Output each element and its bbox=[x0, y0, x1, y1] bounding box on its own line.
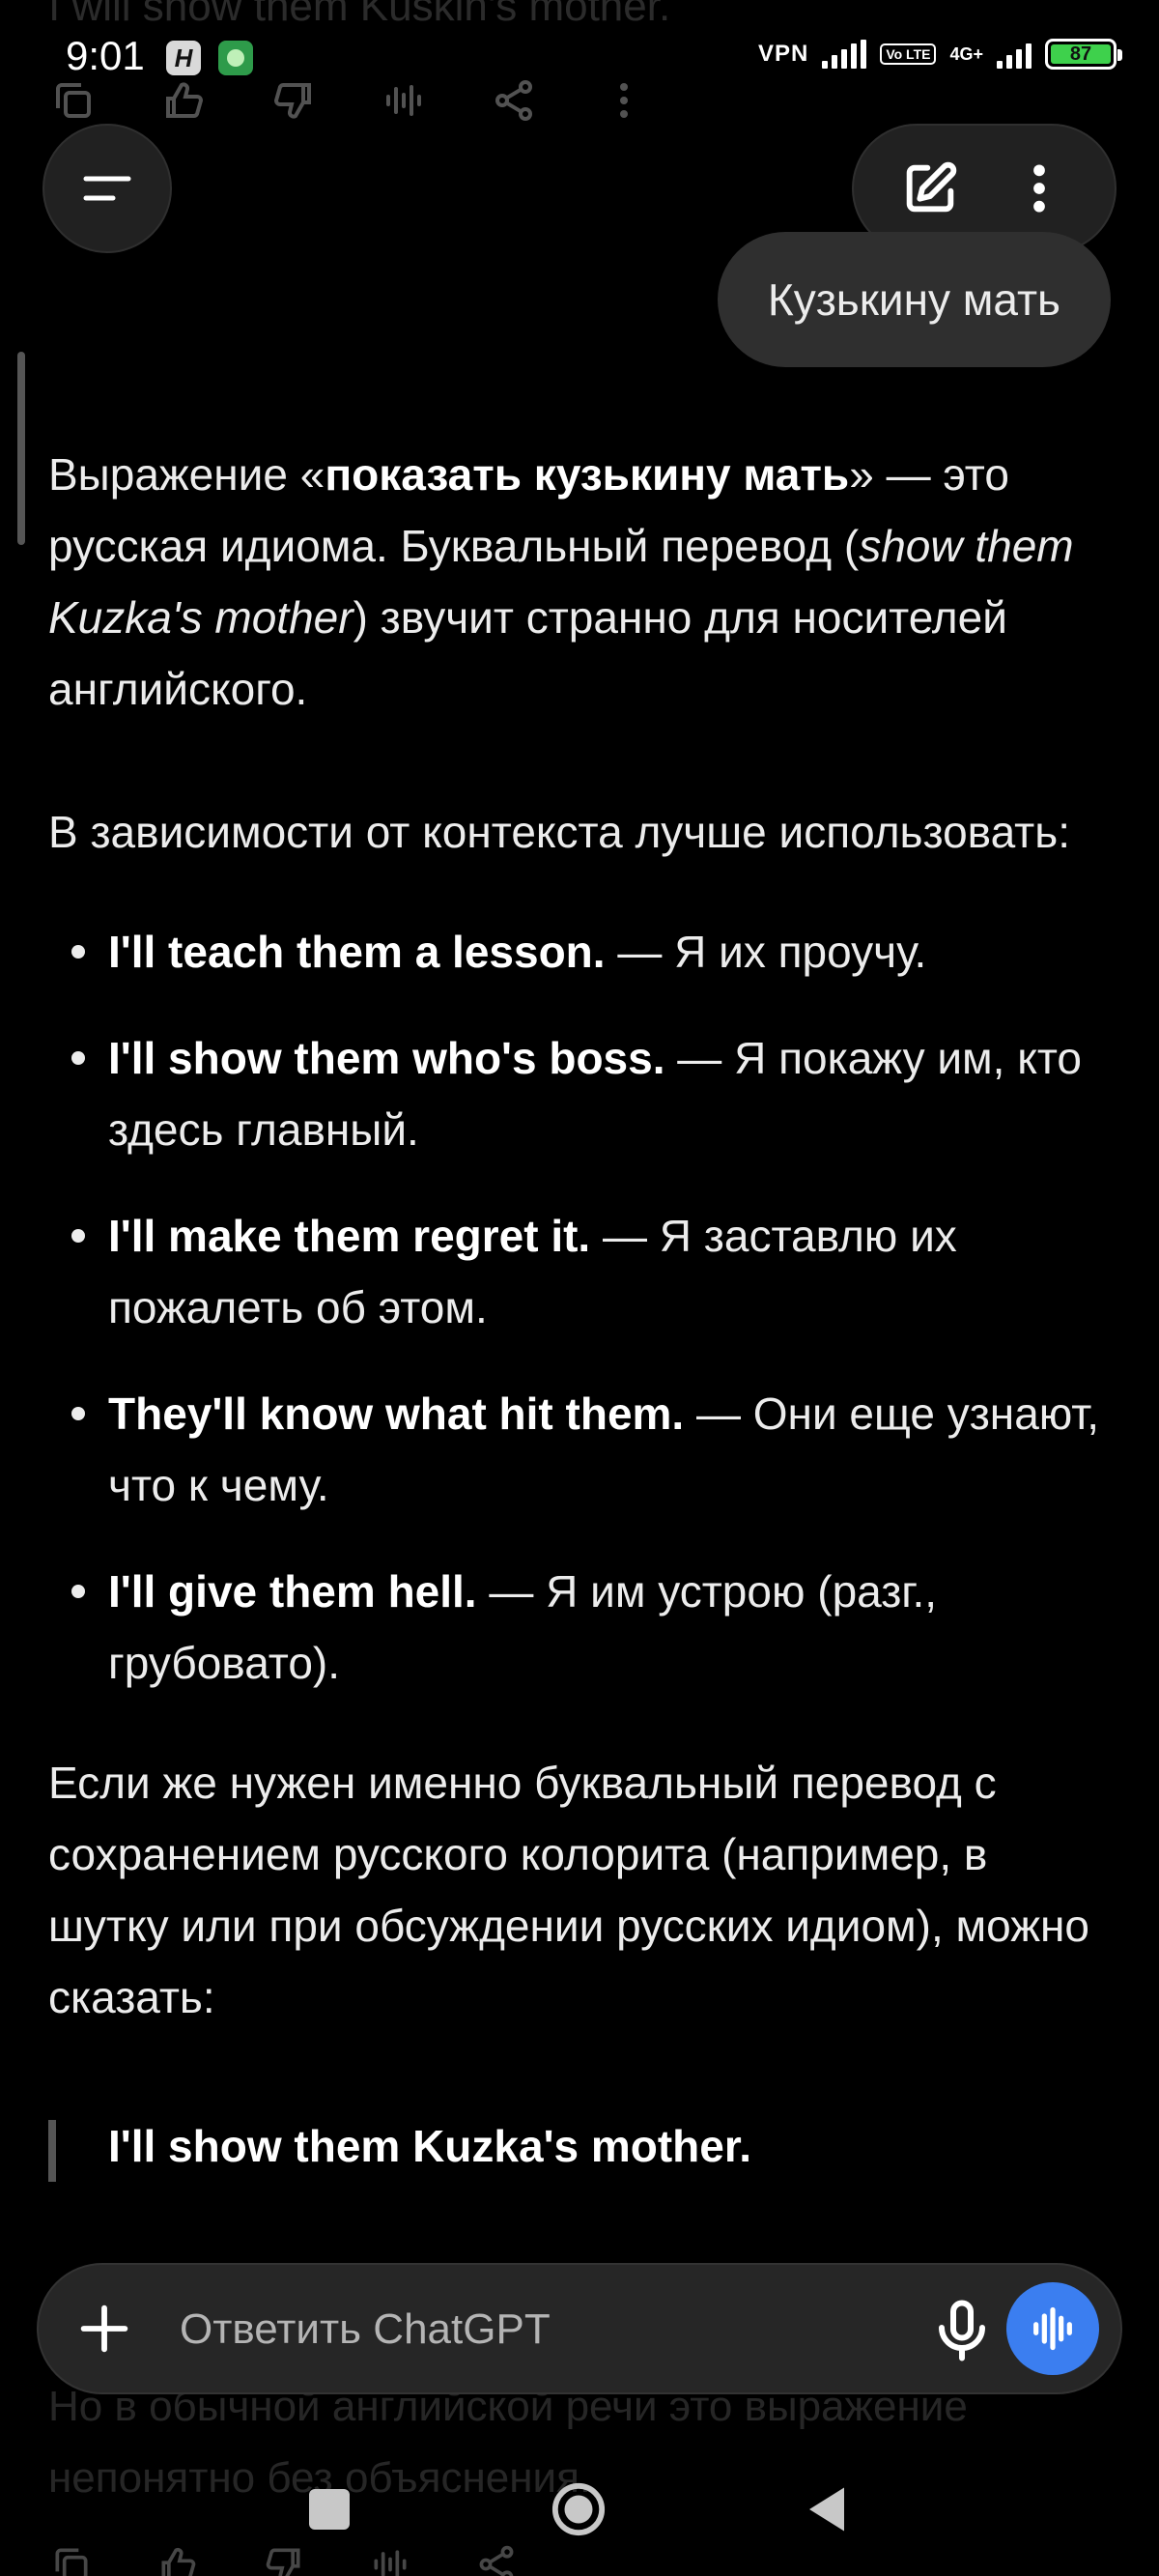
scrollbar[interactable] bbox=[17, 352, 25, 545]
assistant-paragraph-1: Выражение «показать кузькину мать» — это… bbox=[48, 449, 1074, 714]
list-item: I'll show them who's boss. — Я покажу им… bbox=[71, 1022, 1111, 1165]
copy-icon bbox=[55, 2548, 88, 2576]
status-indicators: VPN Vo LTE 4G+ 87 bbox=[757, 39, 1122, 70]
message-input[interactable] bbox=[178, 2292, 896, 2367]
signal-icon bbox=[822, 40, 867, 69]
assistant-paragraph-3: Если же нужен именно буквальный перевод … bbox=[48, 1758, 1089, 2022]
audio-icon bbox=[374, 2550, 407, 2576]
list-item: They'll know what hit them. — Они еще уз… bbox=[71, 1378, 1111, 1521]
network-type: 4G+ bbox=[949, 44, 983, 64]
menu-icon bbox=[83, 176, 131, 201]
plus-icon[interactable] bbox=[73, 2298, 135, 2360]
battery-level: 87 bbox=[1051, 44, 1111, 64]
assistant-message: Выражение «показать кузькину мать» — это… bbox=[48, 439, 1111, 2182]
chat-screen: I will show them Kuskin's mother. 9:01 H… bbox=[0, 0, 1159, 2576]
status-bar: 9:01 H VPN Vo LTE 4G+ 87 bbox=[0, 0, 1159, 116]
voice-mode-icon bbox=[1033, 2306, 1072, 2351]
status-time: 9:01 bbox=[66, 33, 145, 78]
list-item: I'll make them regret it. — Я заставлю и… bbox=[71, 1200, 1111, 1343]
message-composer bbox=[37, 2263, 1122, 2394]
thumbs-up-icon bbox=[161, 2548, 196, 2576]
thumbs-down-icon bbox=[266, 2548, 300, 2576]
notification-app-icon bbox=[218, 41, 253, 75]
vpn-label: VPN bbox=[757, 41, 809, 67]
battery-icon: 87 bbox=[1045, 39, 1122, 70]
home-button[interactable] bbox=[551, 2481, 607, 2537]
list-item: I'll teach them a lesson. — Я их проучу. bbox=[71, 916, 1111, 987]
quote-block: I'll show them Kuzka's mother. bbox=[48, 2110, 1111, 2182]
menu-button[interactable] bbox=[42, 124, 172, 253]
signal-2-icon bbox=[997, 40, 1032, 69]
voice-mode-button[interactable] bbox=[1006, 2282, 1099, 2375]
list-item: I'll give them hell. — Я им устрою (разг… bbox=[71, 1556, 1111, 1699]
assistant-paragraph-2: В зависимости от контекста лучше использ… bbox=[48, 807, 1070, 857]
volte-icon: Vo LTE bbox=[880, 43, 937, 65]
translation-options-list: I'll teach them a lesson. — Я их проучу.… bbox=[48, 916, 1111, 1699]
recents-button[interactable] bbox=[309, 2489, 350, 2530]
mic-icon[interactable] bbox=[927, 2296, 997, 2365]
new-chat-icon[interactable] bbox=[899, 157, 961, 219]
share-icon bbox=[479, 2545, 514, 2576]
notification-h-icon: H bbox=[166, 41, 201, 75]
assistant-actions-fade bbox=[50, 2543, 518, 2576]
back-button[interactable] bbox=[804, 2483, 850, 2535]
more-vertical-icon[interactable] bbox=[1008, 157, 1070, 219]
user-message-bubble: Кузькину мать bbox=[717, 232, 1111, 367]
